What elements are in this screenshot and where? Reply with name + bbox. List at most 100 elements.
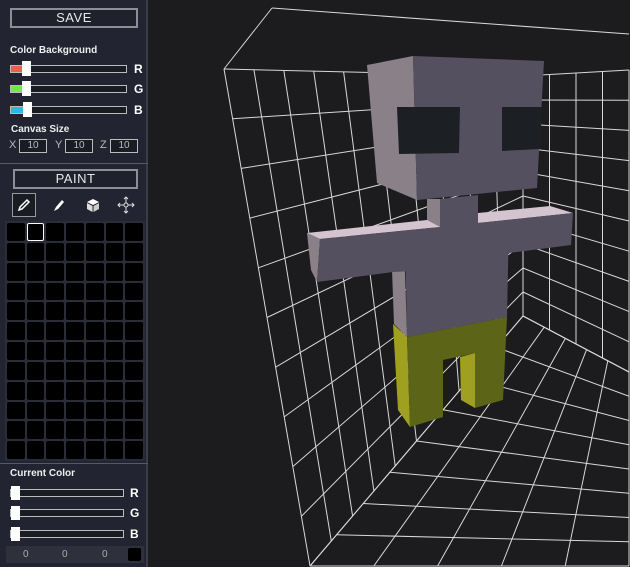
palette-cell[interactable]: [26, 322, 45, 340]
palette-cell[interactable]: [125, 381, 143, 400]
palette-cell[interactable]: [85, 262, 104, 281]
palette-cell[interactable]: [66, 361, 84, 380]
palette-cell[interactable]: [7, 223, 25, 241]
palette-cell[interactable]: [66, 401, 84, 420]
palette-cell[interactable]: [105, 282, 124, 301]
pencil-tool[interactable]: [12, 193, 36, 217]
palette-cell[interactable]: [7, 322, 25, 340]
palette-cell[interactable]: [66, 223, 84, 241]
palette-cell[interactable]: [66, 441, 84, 459]
palette-cell[interactable]: [7, 401, 25, 420]
palette-cell[interactable]: [105, 381, 124, 400]
size-x-input[interactable]: 10: [19, 139, 47, 153]
palette-cell[interactable]: [85, 381, 104, 400]
size-y-input[interactable]: 10: [65, 139, 93, 153]
palette-cell[interactable]: [85, 302, 104, 321]
palette-cell[interactable]: [85, 361, 104, 380]
move-tool[interactable]: [114, 193, 138, 217]
palette-cell[interactable]: [105, 322, 124, 340]
palette-cell[interactable]: [105, 223, 124, 241]
eyedropper-tool[interactable]: [47, 193, 71, 217]
cube-tool[interactable]: [81, 193, 105, 217]
palette-cell[interactable]: [125, 361, 143, 380]
palette-cell[interactable]: [66, 381, 84, 400]
palette-cell[interactable]: [46, 361, 65, 380]
palette-cell[interactable]: [7, 441, 25, 459]
palette-cell[interactable]: [7, 282, 25, 301]
palette-cell[interactable]: [85, 282, 104, 301]
palette-cell[interactable]: [125, 282, 143, 301]
palette-cell[interactable]: [105, 401, 124, 420]
palette-cell[interactable]: [26, 381, 45, 400]
palette-cell[interactable]: [26, 441, 45, 459]
palette-cell[interactable]: [125, 342, 143, 360]
palette-cell[interactable]: [66, 262, 84, 281]
3d-viewport[interactable]: [150, 0, 630, 567]
palette-cell[interactable]: [85, 421, 104, 440]
current-slider-r[interactable]: [10, 486, 124, 500]
bg-slider-b[interactable]: [10, 102, 127, 117]
palette-cell[interactable]: [66, 282, 84, 301]
palette-cell[interactable]: [46, 381, 65, 400]
palette-cell[interactable]: [46, 282, 65, 301]
palette-cell[interactable]: [46, 262, 65, 281]
palette-cell[interactable]: [46, 242, 65, 261]
palette-cell[interactable]: [46, 401, 65, 420]
palette-cell[interactable]: [46, 441, 65, 459]
palette-cell[interactable]: [46, 322, 65, 340]
palette-cell[interactable]: [26, 342, 45, 360]
palette-cell[interactable]: [105, 361, 124, 380]
palette-cell[interactable]: [85, 441, 104, 459]
palette-cell[interactable]: [26, 401, 45, 420]
palette-cell[interactable]: [125, 262, 143, 281]
palette-cell[interactable]: [125, 401, 143, 420]
palette-cell[interactable]: [125, 242, 143, 261]
palette-cell[interactable]: [26, 223, 45, 241]
palette-cell[interactable]: [46, 342, 65, 360]
palette-cell[interactable]: [105, 421, 124, 440]
palette-cell[interactable]: [125, 421, 143, 440]
size-z-input[interactable]: 10: [110, 139, 138, 153]
palette-cell[interactable]: [85, 242, 104, 261]
palette-cell[interactable]: [66, 302, 84, 321]
palette-cell[interactable]: [85, 342, 104, 360]
palette-cell[interactable]: [125, 322, 143, 340]
current-slider-g[interactable]: [10, 506, 124, 520]
palette-cell[interactable]: [46, 223, 65, 241]
palette-cell[interactable]: [66, 242, 84, 261]
current-slider-b[interactable]: [10, 527, 124, 541]
bg-slider-r[interactable]: [10, 61, 127, 76]
palette-cell[interactable]: [7, 342, 25, 360]
bg-slider-g[interactable]: [10, 81, 127, 96]
palette-cell[interactable]: [66, 342, 84, 360]
palette-cell[interactable]: [7, 242, 25, 261]
palette-cell[interactable]: [46, 302, 65, 321]
palette-cell[interactable]: [26, 242, 45, 261]
palette-cell[interactable]: [26, 302, 45, 321]
palette-cell[interactable]: [7, 381, 25, 400]
palette-cell[interactable]: [26, 361, 45, 380]
palette-cell[interactable]: [125, 441, 143, 459]
palette-cell[interactable]: [85, 322, 104, 340]
palette-cell[interactable]: [26, 262, 45, 281]
palette-cell[interactable]: [125, 223, 143, 241]
palette-cell[interactable]: [105, 441, 124, 459]
palette-cell[interactable]: [26, 282, 45, 301]
palette-cell[interactable]: [105, 342, 124, 360]
paint-button[interactable]: PAINT: [13, 169, 138, 189]
palette-cell[interactable]: [105, 302, 124, 321]
palette-cell[interactable]: [7, 262, 25, 281]
palette-cell[interactable]: [85, 401, 104, 420]
palette-cell[interactable]: [7, 361, 25, 380]
palette-cell[interactable]: [7, 302, 25, 321]
palette-cell[interactable]: [125, 302, 143, 321]
palette-cell[interactable]: [66, 421, 84, 440]
palette-cell[interactable]: [66, 322, 84, 340]
palette-cell[interactable]: [26, 421, 45, 440]
palette-cell[interactable]: [7, 421, 25, 440]
palette-cell[interactable]: [105, 242, 124, 261]
palette-cell[interactable]: [85, 223, 104, 241]
palette-cell[interactable]: [105, 262, 124, 281]
palette-cell[interactable]: [46, 421, 65, 440]
save-button[interactable]: SAVE: [10, 8, 138, 28]
